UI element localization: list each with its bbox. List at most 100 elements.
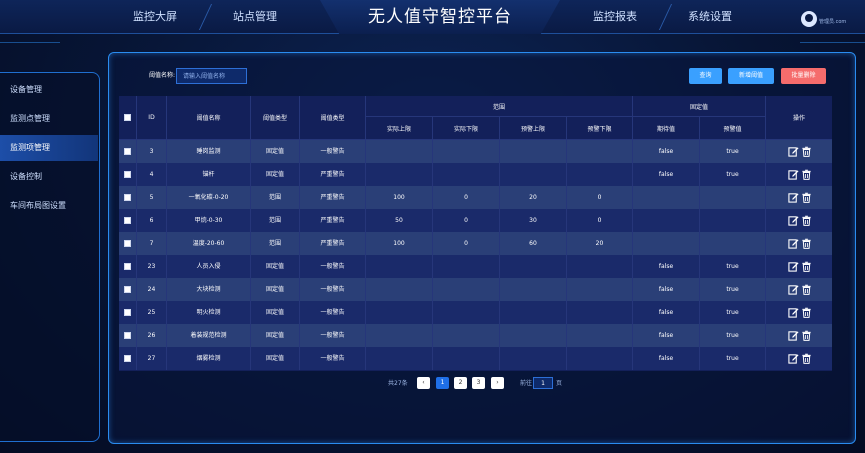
table-row: 4 锚杆 固定值 严重警告 false true xyxy=(119,163,832,186)
pagination-page-2[interactable]: 2 xyxy=(454,377,467,389)
edit-icon[interactable] xyxy=(788,330,799,341)
edit-icon[interactable] xyxy=(788,307,799,318)
cell-name: 睡岗监测 xyxy=(167,140,251,163)
cell-r2: 0 xyxy=(433,186,500,209)
user-avatar-icon[interactable] xyxy=(801,11,817,27)
nav-monitor-screen[interactable]: 监控大屏 xyxy=(115,0,195,34)
decor-line-left xyxy=(0,42,60,43)
cell-r1 xyxy=(366,140,433,163)
header-type: 阈值类型 xyxy=(251,96,300,140)
table-row: 24 大块检测 固定值 一般警告 false true xyxy=(119,278,832,301)
edit-icon[interactable] xyxy=(788,169,799,180)
cell-name: 温度-20-60 xyxy=(167,232,251,255)
trash-icon[interactable] xyxy=(801,330,812,341)
row-checkbox[interactable] xyxy=(124,309,131,316)
trash-icon[interactable] xyxy=(801,146,812,157)
sidebar-item-monitor-point[interactable]: 监测点管理 xyxy=(0,106,98,132)
add-threshold-button[interactable]: 新增阈值 xyxy=(728,68,774,84)
row-checkbox[interactable] xyxy=(124,332,131,339)
cell-name: 烟雾检测 xyxy=(167,347,251,370)
cell-r3 xyxy=(500,140,567,163)
select-all-checkbox[interactable] xyxy=(124,114,131,121)
trash-icon[interactable] xyxy=(801,353,812,364)
edit-icon[interactable] xyxy=(788,215,799,226)
trash-icon[interactable] xyxy=(801,238,812,249)
trash-icon[interactable] xyxy=(801,261,812,272)
row-checkbox[interactable] xyxy=(124,194,131,201)
row-checkbox[interactable] xyxy=(124,217,131,224)
edit-icon[interactable] xyxy=(788,146,799,157)
pagination-page-1[interactable]: 1 xyxy=(436,377,449,389)
threshold-table: ID 阈值名称 阈值类型 阈值类型 范围 实际上限 实际下限 预警上限 预警下限… xyxy=(119,96,832,371)
cell-r2 xyxy=(433,255,500,278)
row-select-cell xyxy=(119,324,137,347)
cell-level: 一般警告 xyxy=(300,324,366,347)
header-nav-left: 监控大屏 站点管理 xyxy=(85,0,305,34)
cell-warn: true xyxy=(700,140,766,163)
row-actions xyxy=(766,347,832,370)
cell-level: 一般警告 xyxy=(300,347,366,370)
pagination-goto-input[interactable] xyxy=(533,377,553,389)
row-checkbox[interactable] xyxy=(124,355,131,362)
sidebar-item-device-control[interactable]: 设备控制 xyxy=(0,164,98,190)
cell-level: 严重警告 xyxy=(300,209,366,232)
cell-type: 固定值 xyxy=(251,255,300,278)
user-name[interactable]: 管理员.com xyxy=(819,18,846,25)
trash-icon[interactable] xyxy=(801,192,812,203)
trash-icon[interactable] xyxy=(801,215,812,226)
cell-name: 明火检测 xyxy=(167,301,251,324)
row-select-cell xyxy=(119,232,137,255)
cell-id: 24 xyxy=(137,278,167,301)
edit-icon[interactable] xyxy=(788,284,799,295)
threshold-name-input[interactable] xyxy=(176,68,247,84)
cell-r1: 100 xyxy=(366,232,433,255)
sidebar-item-layout-settings[interactable]: 车间布局图设置 xyxy=(0,193,98,219)
edit-icon[interactable] xyxy=(788,353,799,364)
nav-station-management[interactable]: 站点管理 xyxy=(215,0,295,34)
cell-r1 xyxy=(366,301,433,324)
row-actions xyxy=(766,186,832,209)
nav-system-settings[interactable]: 系统设置 xyxy=(670,0,750,34)
header-fixed-warn: 预警值 xyxy=(700,117,766,140)
cell-level: 一般警告 xyxy=(300,255,366,278)
header-fixed: 固定值 xyxy=(633,96,766,117)
cell-r2: 0 xyxy=(433,232,500,255)
cell-id: 5 xyxy=(137,186,167,209)
query-button[interactable]: 查询 xyxy=(689,68,722,84)
cell-r3 xyxy=(500,163,567,186)
nav-monitor-report[interactable]: 监控报表 xyxy=(575,0,655,34)
row-select-cell xyxy=(119,140,137,163)
pagination-prev[interactable]: ‹ xyxy=(417,377,430,389)
nav-separator xyxy=(198,4,213,30)
trash-icon[interactable] xyxy=(801,307,812,318)
header-fixed-expect: 期待值 xyxy=(633,117,700,140)
header-level: 阈值类型 xyxy=(300,96,366,140)
row-actions xyxy=(766,278,832,301)
row-checkbox[interactable] xyxy=(124,148,131,155)
header-name: 阈值名称 xyxy=(167,96,251,140)
cell-type: 固定值 xyxy=(251,278,300,301)
row-checkbox[interactable] xyxy=(124,286,131,293)
cell-expect: false xyxy=(633,255,700,278)
sidebar-item-device-management[interactable]: 设备管理 xyxy=(0,77,98,103)
sidebar-item-monitor-item[interactable]: 监测项管理 xyxy=(0,135,98,161)
edit-icon[interactable] xyxy=(788,238,799,249)
pagination-page-3[interactable]: 3 xyxy=(472,377,485,389)
edit-icon[interactable] xyxy=(788,192,799,203)
row-actions xyxy=(766,301,832,324)
cell-r1: 50 xyxy=(366,209,433,232)
cell-r2 xyxy=(433,278,500,301)
trash-icon[interactable] xyxy=(801,284,812,295)
row-checkbox[interactable] xyxy=(124,240,131,247)
cell-r1 xyxy=(366,255,433,278)
edit-icon[interactable] xyxy=(788,261,799,272)
pagination-next[interactable]: › xyxy=(491,377,504,389)
cell-warn xyxy=(700,186,766,209)
row-checkbox[interactable] xyxy=(124,171,131,178)
cell-r2 xyxy=(433,163,500,186)
batch-delete-button[interactable]: 批量删除 xyxy=(781,68,826,84)
trash-icon[interactable] xyxy=(801,169,812,180)
row-checkbox[interactable] xyxy=(124,263,131,270)
cell-level: 一般警告 xyxy=(300,278,366,301)
cell-expect xyxy=(633,232,700,255)
